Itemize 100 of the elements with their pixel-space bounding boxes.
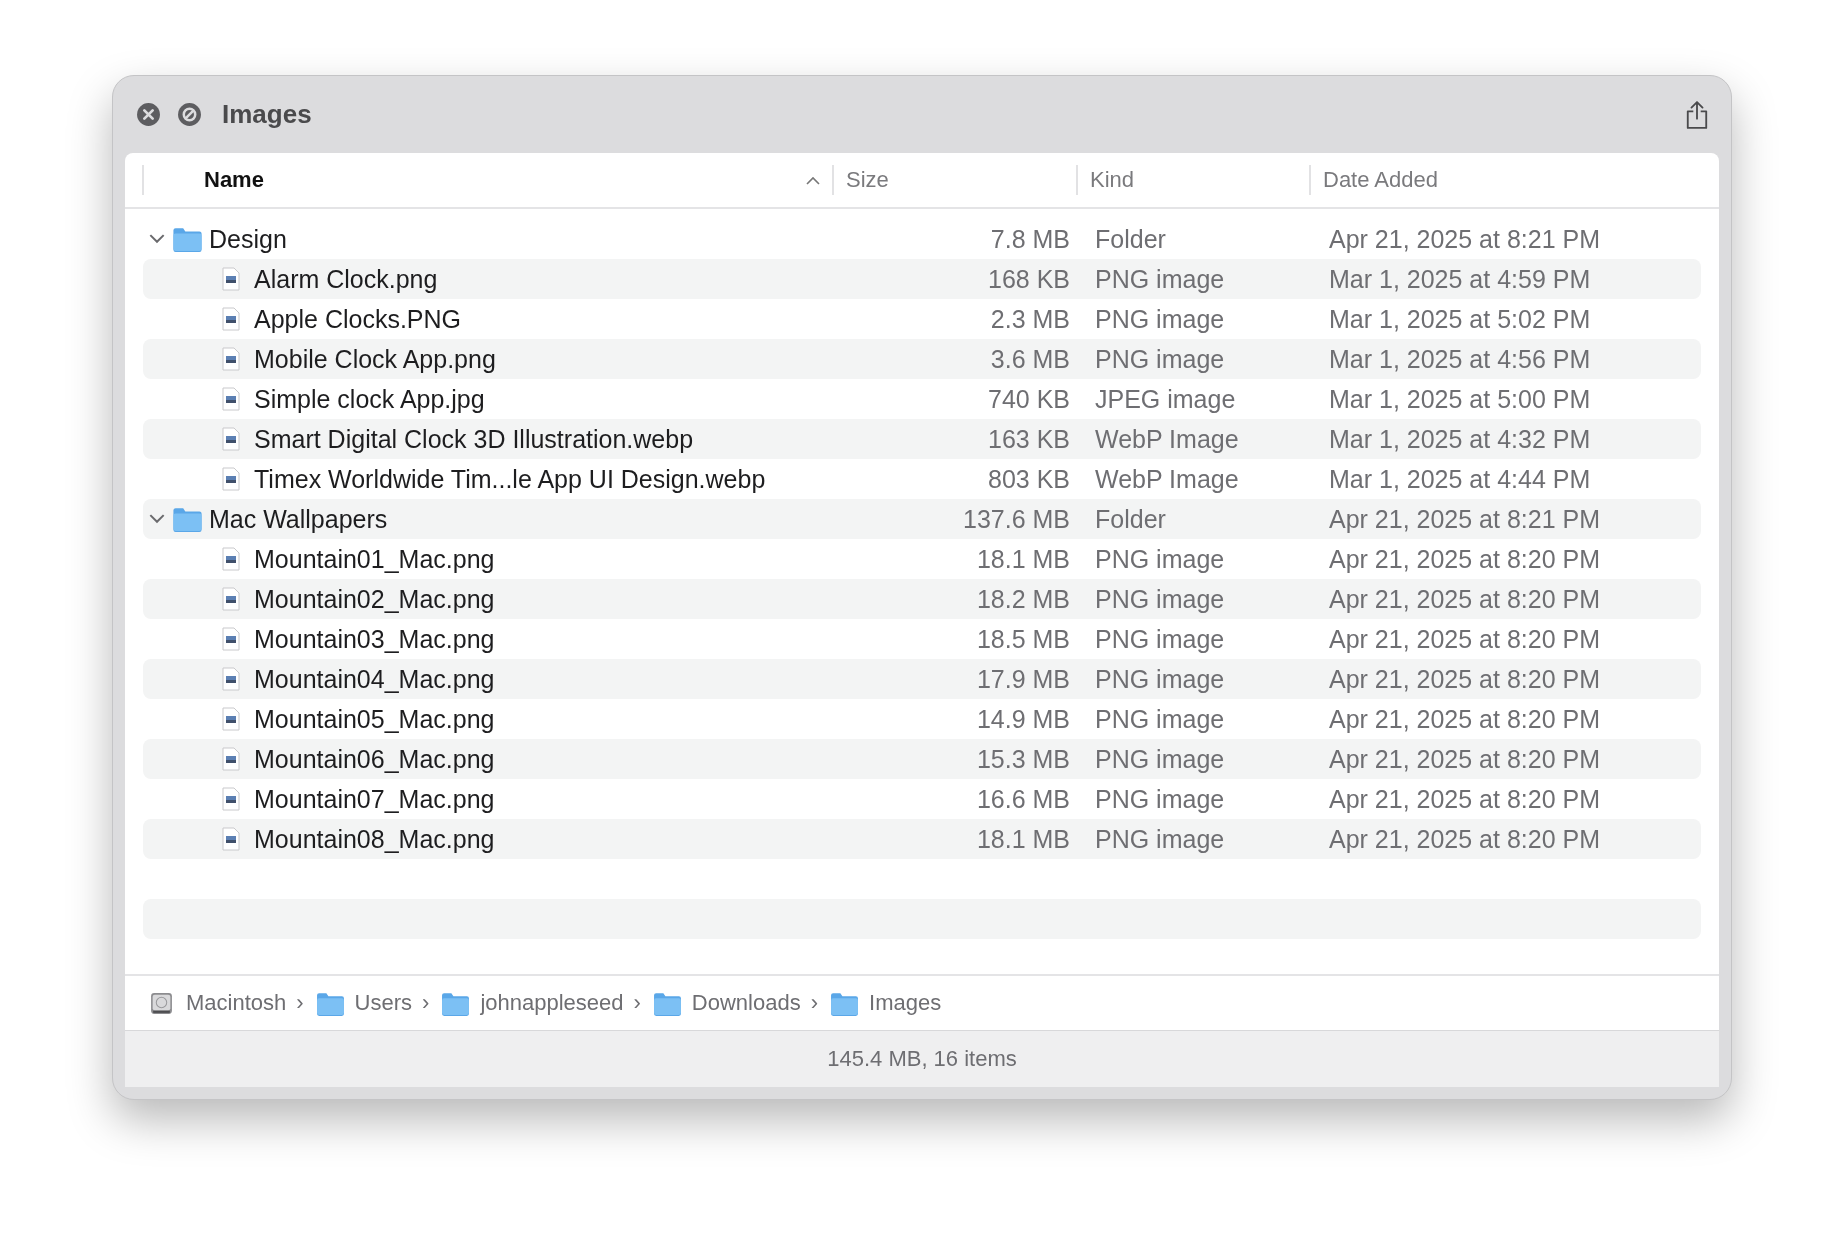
file-name: Simple clock App.jpg (254, 384, 485, 414)
file-size: 2.3 MB (989, 304, 1070, 334)
folder-icon (172, 226, 203, 252)
path-item[interactable]: Macintosh (186, 990, 287, 1016)
image-file-icon (222, 827, 240, 851)
disclosure-chevron-icon[interactable] (149, 514, 165, 524)
file-row[interactable]: Simple clock App.jpg 740 KB JPEG image Mar 1, 2025 at 5:00 PM (143, 379, 1701, 419)
image-file-icon (222, 547, 240, 571)
date-added: Apr 21, 2025 at 8:20 PM (1328, 544, 1600, 574)
image-file-icon (222, 707, 240, 731)
file-row[interactable]: Design 7.8 MB Folder Apr 21, 2025 at 8:21 PM (143, 219, 1701, 259)
date-added: Mar 1, 2025 at 4:44 PM (1328, 464, 1591, 494)
folder-icon (441, 990, 471, 1016)
path-item[interactable]: Downloads (691, 990, 801, 1016)
file-name: Mountain02_Mac.png (254, 584, 495, 614)
file-kind: Folder (1094, 504, 1167, 534)
file-kind: PNG image (1094, 264, 1226, 294)
column-header[interactable]: Kind (1090, 167, 1135, 193)
file-kind: PNG image (1094, 744, 1226, 774)
image-file-icon (222, 747, 240, 771)
file-size: 163 KB (987, 424, 1070, 454)
file-row[interactable]: Apple Clocks.PNG 2.3 MB PNG image Mar 1, 2025 at 5:02 PM (143, 299, 1701, 339)
column-header[interactable]: Name (204, 167, 264, 193)
path-item[interactable]: johnappleseed (480, 990, 624, 1016)
folder-icon (315, 990, 345, 1016)
image-file-icon (222, 587, 240, 611)
file-row[interactable]: Mountain07_Mac.png 16.6 MB PNG image Apr 21, 2025 at 8:20 PM (143, 779, 1701, 819)
date-added: Mar 1, 2025 at 5:02 PM (1328, 304, 1591, 334)
path-separator: › (810, 990, 819, 1016)
file-size: 16.6 MB (975, 784, 1070, 814)
file-size: 803 KB (987, 464, 1070, 494)
date-added: Mar 1, 2025 at 4:32 PM (1328, 424, 1591, 454)
file-name: Mountain06_Mac.png (254, 744, 495, 774)
file-kind: PNG image (1094, 584, 1226, 614)
status-text: 145.4 MB, 16 items (827, 1046, 1017, 1072)
file-size: 18.2 MB (975, 584, 1070, 614)
file-row[interactable]: Smart Digital Clock 3D Illustration.webp 163 KB WebP Image Mar 1, 2025 at 4:32 PM (143, 419, 1701, 459)
file-kind: PNG image (1094, 304, 1226, 334)
file-size: 3.6 MB (989, 344, 1070, 374)
image-file-icon (222, 667, 240, 691)
file-size: 14.9 MB (975, 704, 1070, 734)
date-added: Apr 21, 2025 at 8:20 PM (1328, 784, 1600, 814)
file-kind: JPEG image (1094, 384, 1237, 414)
window-title: Images (222, 99, 312, 130)
file-kind: PNG image (1094, 704, 1226, 734)
file-size: 18.5 MB (975, 624, 1070, 654)
image-file-icon (222, 347, 240, 371)
file-row[interactable]: Mac Wallpapers 137.6 MB Folder Apr 21, 2025 at 8:21 PM (143, 499, 1701, 539)
file-row[interactable]: Timex Worldwide Tim...le App UI Design.webp 803 KB WebP Image Mar 1, 2025 at 4:44 PM (143, 459, 1701, 499)
column-header[interactable]: Date Added (1323, 167, 1438, 193)
path-separator: › (296, 990, 304, 1016)
file-size: 7.8 MB (989, 224, 1070, 254)
file-row[interactable]: Mountain01_Mac.png 18.1 MB PNG image Apr 21, 2025 at 8:20 PM (143, 539, 1701, 579)
date-added: Apr 21, 2025 at 8:20 PM (1328, 584, 1600, 614)
disclosure-chevron-icon[interactable] (149, 234, 165, 244)
image-file-icon (222, 267, 240, 291)
date-added: Apr 21, 2025 at 8:20 PM (1328, 704, 1600, 734)
file-size: 17.9 MB (975, 664, 1070, 694)
file-name: Mobile Clock App.png (254, 344, 496, 374)
file-row[interactable]: Mountain05_Mac.png 14.9 MB PNG image Apr 21, 2025 at 8:20 PM (143, 699, 1701, 739)
file-name: Mountain04_Mac.png (254, 664, 495, 694)
file-size: 18.1 MB (975, 824, 1070, 854)
file-kind: PNG image (1094, 344, 1226, 374)
date-added: Apr 21, 2025 at 8:20 PM (1328, 744, 1600, 774)
path-item[interactable]: Images (869, 990, 942, 1016)
file-name: Mountain05_Mac.png (254, 704, 495, 734)
column-header[interactable]: Size (846, 167, 889, 193)
file-row[interactable]: Mountain02_Mac.png 18.2 MB PNG image Apr 21, 2025 at 8:20 PM (143, 579, 1701, 619)
image-file-icon (222, 427, 240, 451)
date-added: Apr 21, 2025 at 8:20 PM (1328, 624, 1600, 654)
file-kind: PNG image (1094, 544, 1226, 574)
file-row[interactable]: Alarm Clock.png 168 KB PNG image Mar 1, 2025 at 4:59 PM (143, 259, 1701, 299)
image-file-icon (222, 467, 240, 491)
file-name: Mountain01_Mac.png (254, 544, 495, 574)
file-name: Timex Worldwide Tim...le App UI Design.webp (254, 464, 766, 494)
file-kind: WebP Image (1094, 464, 1240, 494)
folder-icon (172, 506, 203, 532)
share-icon[interactable] (1685, 99, 1709, 130)
file-kind: Folder (1094, 224, 1167, 254)
file-kind: PNG image (1094, 824, 1226, 854)
file-row[interactable]: Mountain08_Mac.png 18.1 MB PNG image Apr 21, 2025 at 8:20 PM (143, 819, 1701, 859)
close-icon[interactable] (136, 102, 161, 127)
date-added: Apr 21, 2025 at 8:20 PM (1328, 824, 1600, 854)
image-file-icon (222, 627, 240, 651)
date-added: Mar 1, 2025 at 4:56 PM (1328, 344, 1591, 374)
file-name: Mountain07_Mac.png (254, 784, 495, 814)
path-item[interactable]: Users (354, 990, 413, 1016)
block-icon[interactable] (177, 102, 202, 127)
file-size: 168 KB (987, 264, 1070, 294)
file-kind: PNG image (1094, 664, 1226, 694)
file-kind: WebP Image (1094, 424, 1240, 454)
image-file-icon (222, 307, 240, 331)
file-row[interactable]: Mountain04_Mac.png 17.9 MB PNG image Apr 21, 2025 at 8:20 PM (143, 659, 1701, 699)
file-row[interactable]: Mountain06_Mac.png 15.3 MB PNG image Apr 21, 2025 at 8:20 PM (143, 739, 1701, 779)
file-name: Smart Digital Clock 3D Illustration.webp (254, 424, 694, 454)
date-added: Mar 1, 2025 at 4:59 PM (1328, 264, 1591, 294)
image-file-icon (222, 787, 240, 811)
file-row[interactable]: Mobile Clock App.png 3.6 MB PNG image Mar 1, 2025 at 4:56 PM (143, 339, 1701, 379)
file-name: Alarm Clock.png (254, 264, 438, 294)
file-row[interactable]: Mountain03_Mac.png 18.5 MB PNG image Apr 21, 2025 at 8:20 PM (143, 619, 1701, 659)
